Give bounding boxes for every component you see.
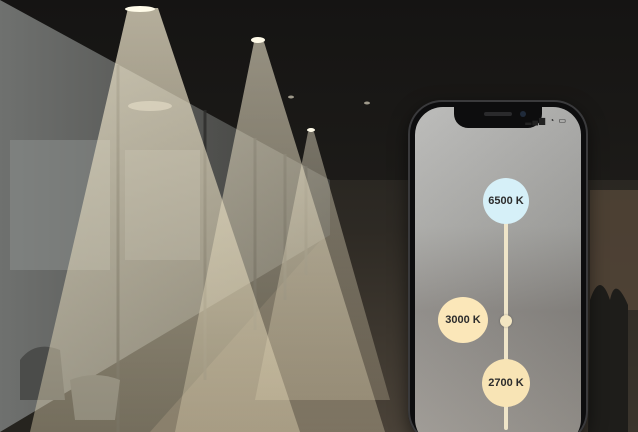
temperature-bubble-3000k[interactable]: 3000 K — [438, 297, 498, 343]
speaker-grille — [484, 112, 512, 116]
color-temperature-slider-knob[interactable] — [500, 315, 512, 327]
temperature-label-3000k: 3000 K — [445, 314, 481, 326]
temperature-label-6500k: 6500 K — [488, 195, 524, 207]
temperature-bubble-2700k[interactable]: 2700 K — [482, 349, 530, 407]
temperature-label-2700k: 2700 K — [488, 377, 524, 389]
temperature-bubble-6500k[interactable]: 6500 K — [483, 178, 529, 236]
smartphone: ▂▄▆ ◔ ▭ 6500 K 3000 K 2700 K — [408, 100, 588, 432]
status-bar-icons: ▂▄▆ ◔ ▭ — [525, 116, 567, 125]
phone-screen: ▂▄▆ ◔ ▭ 6500 K 3000 K 2700 K — [415, 107, 581, 432]
office-corridor-scene: ▂▄▆ ◔ ▭ 6500 K 3000 K 2700 K — [0, 0, 638, 432]
